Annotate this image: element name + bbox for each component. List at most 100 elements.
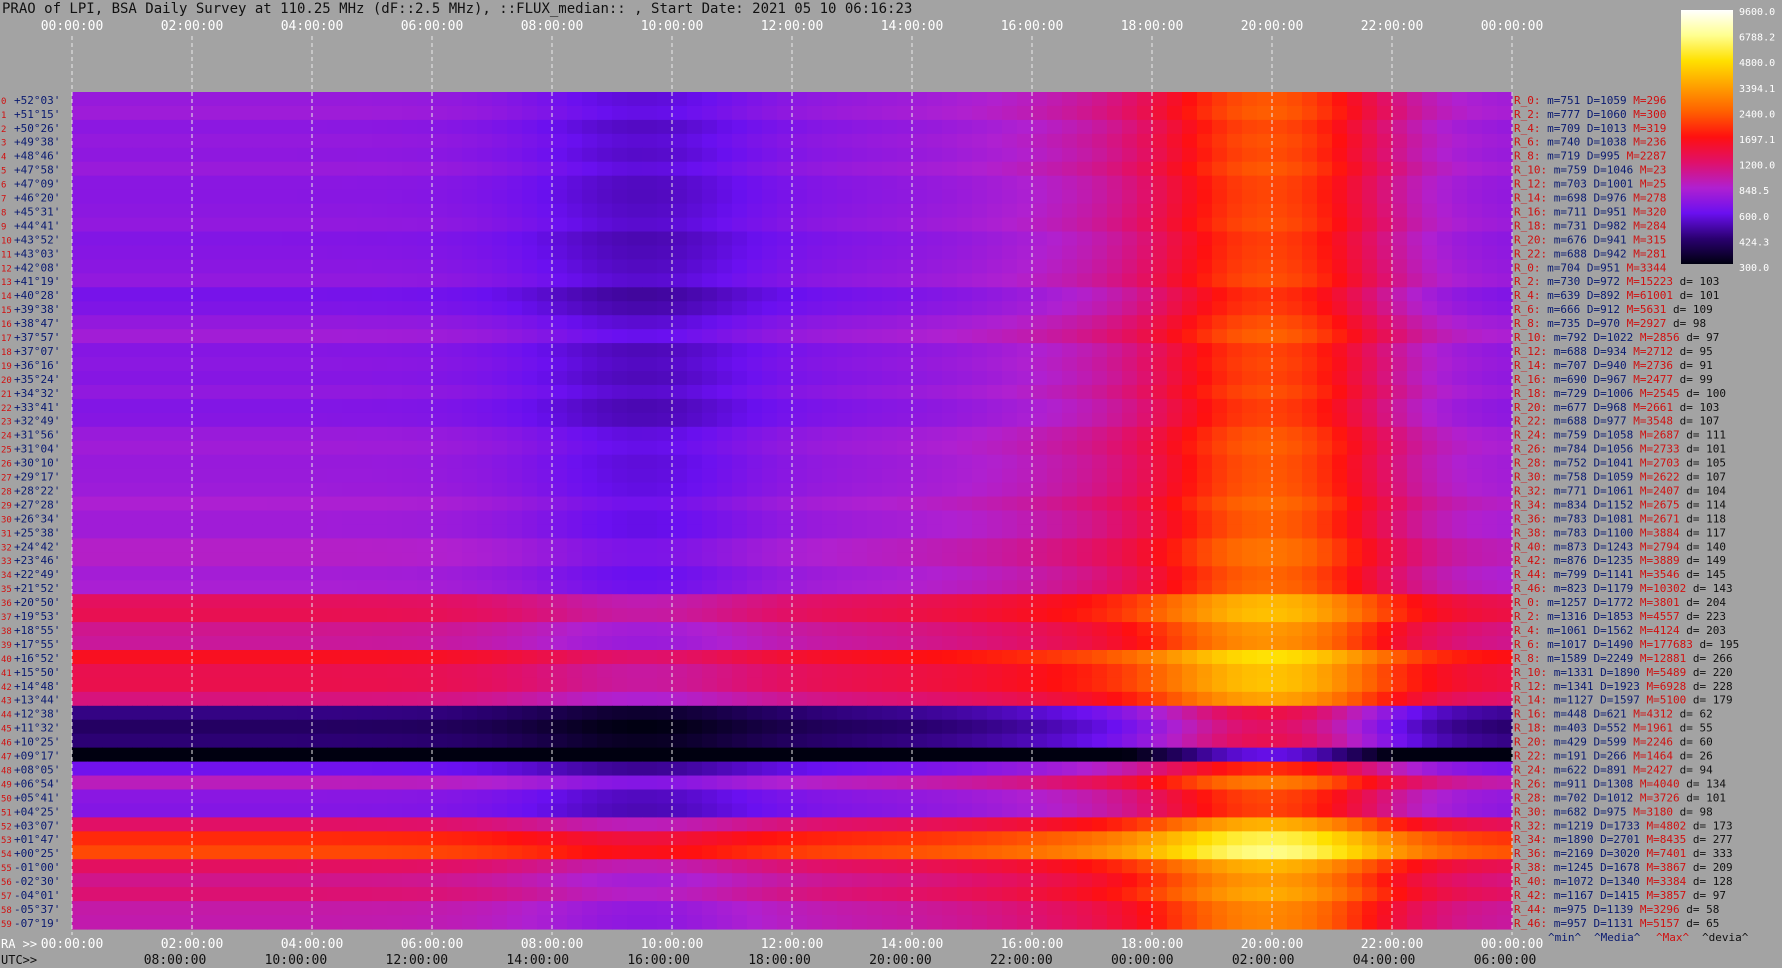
heatmap-cell [477, 552, 493, 567]
heatmap-cell [462, 650, 478, 665]
heatmap-cell [387, 454, 403, 470]
heatmap-cell [477, 636, 493, 651]
heatmap-cell [792, 203, 808, 219]
heatmap-cell [1482, 510, 1498, 526]
heatmap-cell [777, 454, 793, 470]
heatmap-cell [387, 440, 403, 456]
heatmap-cell [1227, 440, 1243, 456]
heatmap-cell [1137, 705, 1153, 721]
heatmap-cell [1152, 705, 1168, 721]
heatmap-cell [252, 510, 268, 526]
heatmap-cell [252, 677, 268, 693]
heatmap-cell [717, 719, 733, 735]
heatmap-cell [1182, 733, 1198, 749]
heatmap-cell [1497, 384, 1513, 400]
heatmap-cell [1272, 482, 1288, 498]
heatmap-cell [972, 105, 988, 121]
heatmap-cell [702, 371, 718, 386]
heatmap-cell [732, 510, 748, 526]
heatmap-cell [837, 287, 853, 302]
heatmap-cell [1077, 398, 1093, 414]
heatmap-cell [612, 357, 628, 372]
heatmap-cell [1032, 566, 1048, 581]
heatmap-cell [687, 357, 703, 372]
heatmap-cell [1302, 371, 1318, 386]
heatmap-cell [162, 608, 178, 623]
heatmap-cell [1182, 650, 1198, 665]
heatmap-cell [1437, 608, 1453, 623]
heatmap-cell [1032, 636, 1048, 651]
heatmap-cell [1242, 482, 1258, 498]
heatmap-cell [1302, 231, 1318, 247]
heatmap-cell [1482, 552, 1498, 567]
heatmap-cell [492, 636, 508, 651]
heatmap-cell [1302, 412, 1318, 428]
heatmap-cell [732, 580, 748, 595]
heatmap-cell [987, 789, 1003, 805]
heatmap-cell [717, 245, 733, 260]
heatmap-cell [552, 580, 568, 595]
heatmap-cell [297, 329, 313, 344]
heatmap-cell [1077, 580, 1093, 595]
heatmap-cell [1107, 552, 1123, 567]
heatmap-cell [822, 566, 838, 581]
heatmap-cell [1167, 636, 1183, 651]
heatmap-cell [747, 231, 763, 247]
heatmap-cell [642, 482, 658, 498]
heatmap-cell [882, 538, 898, 553]
heatmap-cell [627, 524, 643, 539]
heatmap-cell [1062, 301, 1078, 316]
heatmap-cell [1047, 524, 1063, 539]
heatmap-cell [597, 677, 613, 693]
heatmap-cell [1392, 343, 1408, 358]
heatmap-cell [162, 426, 178, 442]
heatmap-cell [822, 384, 838, 400]
heatmap-cell [132, 524, 148, 539]
heatmap-cell [1452, 398, 1468, 414]
heatmap-cell [1107, 440, 1123, 456]
heatmap-cell [207, 524, 223, 539]
heatmap-cell [432, 454, 448, 470]
heatmap-cell [282, 119, 298, 135]
heatmap-cell [1077, 747, 1093, 763]
heatmap-cell [132, 566, 148, 581]
heatmap-cell [522, 301, 538, 316]
heatmap-cell [822, 301, 838, 316]
heatmap-cell [357, 650, 373, 665]
heatmap-cell [1002, 217, 1018, 233]
heatmap-cell [732, 259, 748, 274]
heatmap-cell [372, 580, 388, 595]
heatmap-cell [402, 329, 418, 344]
heatmap-cell [72, 343, 88, 358]
heatmap-cell [1002, 273, 1018, 288]
heatmap-cell [162, 747, 178, 763]
heatmap-cell [372, 789, 388, 805]
heatmap-cell [1437, 622, 1453, 637]
heatmap-cell [432, 803, 448, 818]
heatmap-cell [207, 92, 223, 107]
heatmap-cell [642, 789, 658, 805]
heatmap-cell [1497, 468, 1513, 484]
heatmap-cell [522, 719, 538, 735]
heatmap-cell [582, 454, 598, 470]
heatmap-cell [822, 259, 838, 274]
heatmap-cell [237, 384, 253, 400]
heatmap-cell [1227, 273, 1243, 288]
heatmap-cell [807, 371, 823, 386]
heatmap-cell [1392, 650, 1408, 665]
heatmap-cell [867, 622, 883, 637]
heatmap-cell [1377, 524, 1393, 539]
heatmap-cell [1047, 315, 1063, 330]
heatmap-cell [1257, 747, 1273, 763]
heatmap-cell [717, 217, 733, 233]
heatmap-cell [192, 538, 208, 553]
heatmap-cell [912, 524, 928, 539]
heatmap-cell [477, 650, 493, 665]
heatmap-cell [177, 105, 193, 121]
heatmap-cell [837, 105, 853, 121]
heatmap-cell [507, 496, 523, 512]
heatmap-cell [267, 663, 283, 679]
heatmap-cell [177, 454, 193, 470]
heatmap-cell [1047, 287, 1063, 302]
heatmap-cell [462, 273, 478, 288]
